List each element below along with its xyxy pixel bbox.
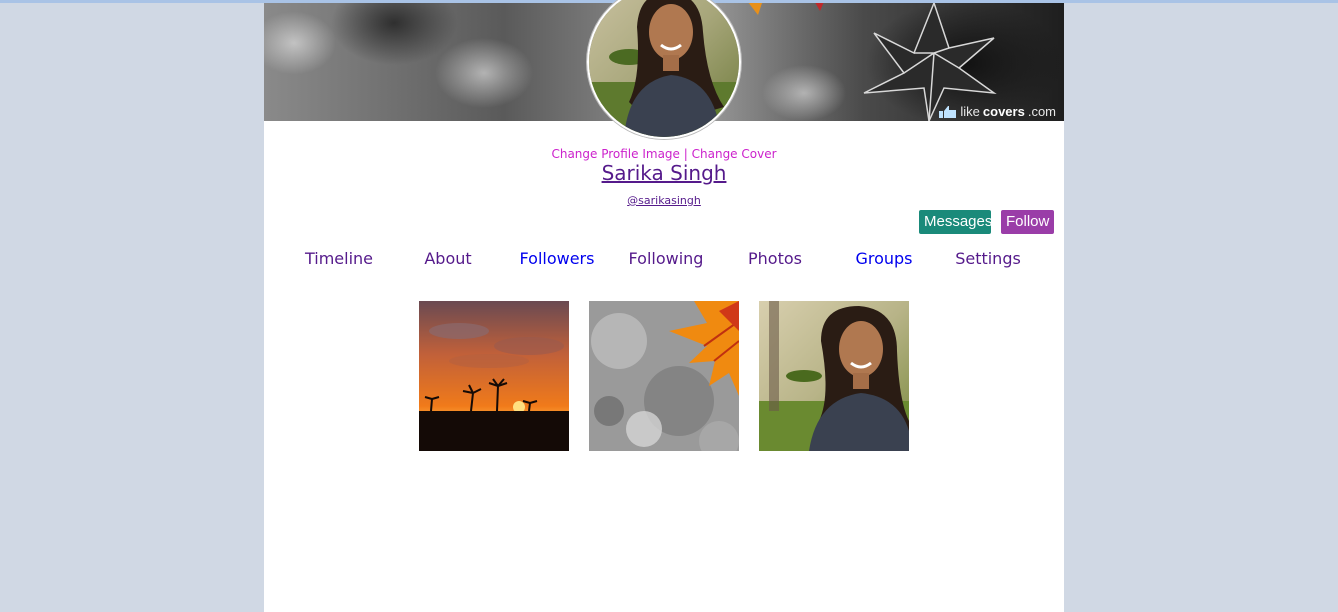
messages-button[interactable]: Messages — [919, 210, 992, 234]
link-separator: | — [683, 147, 688, 161]
thumbs-up-icon — [939, 105, 957, 118]
tab-timeline[interactable]: Timeline — [284, 249, 394, 268]
watermark-suffix: .com — [1027, 104, 1056, 119]
tab-about[interactable]: About — [393, 249, 503, 268]
tab-groups[interactable]: Groups — [829, 249, 939, 268]
profile-name: Sarika Singh — [264, 161, 1064, 185]
cover-orange-leaf — [748, 3, 824, 15]
avatar-photo — [589, 0, 739, 137]
leaf-image — [589, 301, 739, 451]
profile-page: likecovers.com Change Profile Image | — [264, 0, 1064, 612]
profile-handle-link[interactable]: @sarikasingh — [627, 194, 701, 207]
tab-followers[interactable]: Followers — [502, 249, 612, 268]
portrait-image — [759, 301, 909, 451]
tab-settings[interactable]: Settings — [933, 249, 1043, 268]
profile-tabs: Timeline About Followers Following Photo… — [284, 249, 1044, 273]
sunset-image — [419, 301, 569, 451]
profile-name-link[interactable]: Sarika Singh — [602, 161, 727, 185]
change-links: Change Profile Image | Change Cover — [264, 147, 1064, 161]
profile-handle: @sarikasingh — [264, 194, 1064, 207]
tab-following[interactable]: Following — [611, 249, 721, 268]
photo-thumb-sunset[interactable] — [419, 301, 569, 451]
tab-photos[interactable]: Photos — [720, 249, 830, 268]
cover-watermark: like covers .com — [939, 104, 1056, 119]
photo-thumb-portrait[interactable] — [759, 301, 909, 451]
photo-thumb-leaf[interactable] — [589, 301, 739, 451]
watermark-prefix: like — [960, 104, 980, 119]
watermark-name: covers — [982, 104, 1025, 119]
change-profile-image-link[interactable]: Change Profile Image — [551, 147, 679, 161]
photo-grid — [419, 301, 919, 451]
change-cover-link[interactable]: Change Cover — [692, 147, 777, 161]
follow-button[interactable]: Follow — [1001, 210, 1054, 234]
